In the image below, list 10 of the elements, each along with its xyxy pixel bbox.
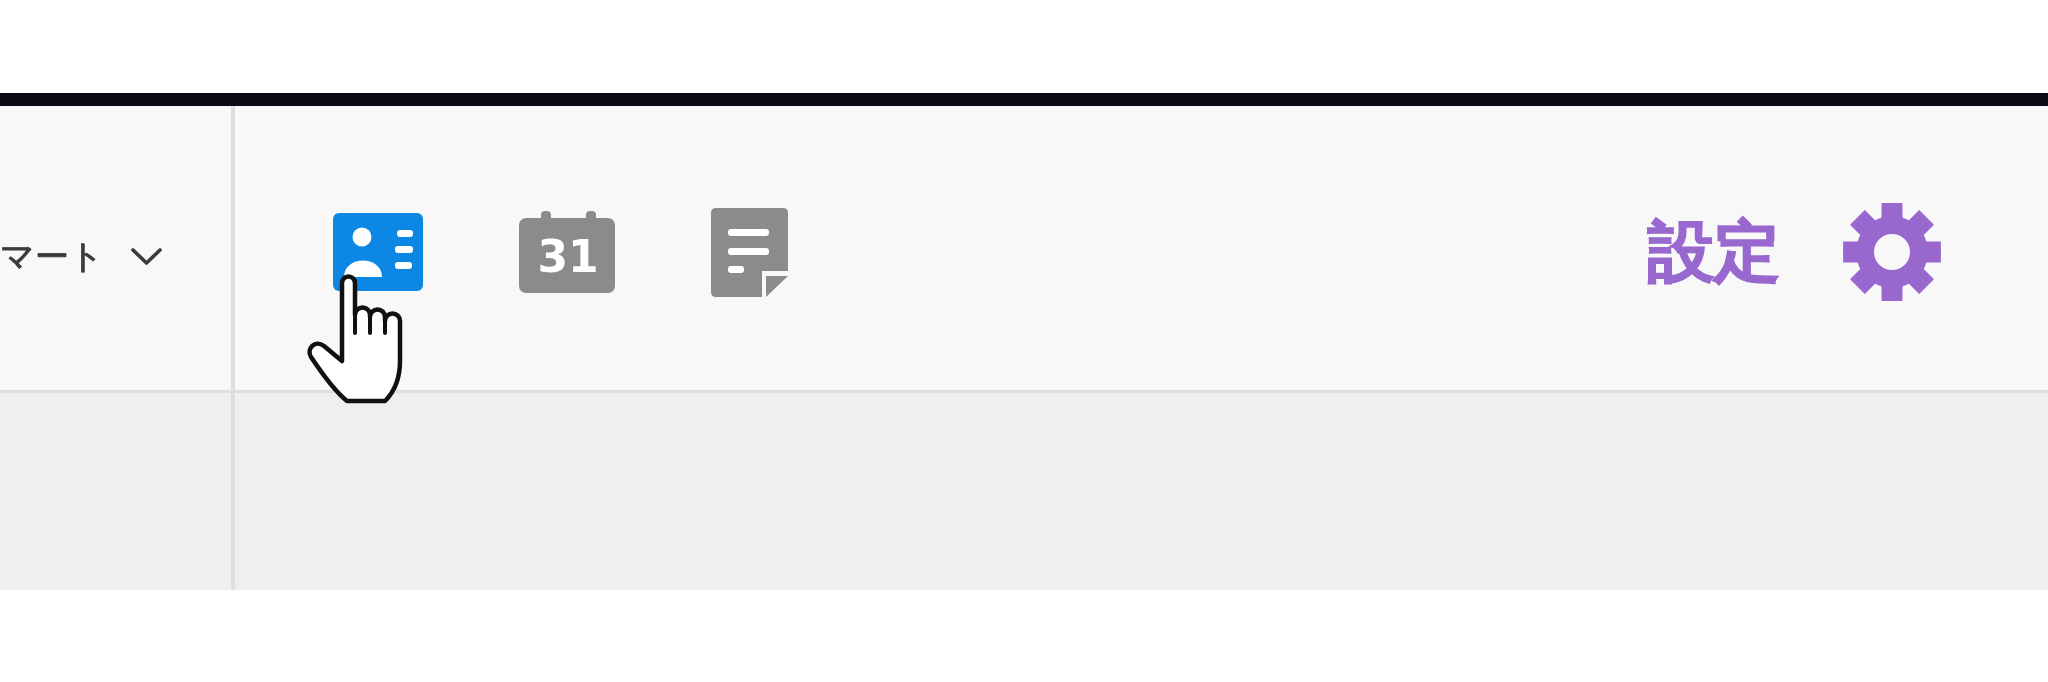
contact-card-icon bbox=[333, 213, 423, 291]
calendar-icon bbox=[519, 211, 615, 293]
settings-button[interactable]: 設定 bbox=[1648, 202, 1942, 302]
calendar-tab[interactable]: 31 bbox=[519, 211, 615, 293]
contacts-tab[interactable] bbox=[333, 213, 423, 291]
notes-tab[interactable] bbox=[711, 207, 788, 297]
dropdown-button[interactable]: マート bbox=[0, 239, 163, 273]
note-icon bbox=[711, 207, 788, 297]
settings-icon bbox=[1842, 202, 1942, 302]
chevron-down-icon bbox=[130, 246, 163, 266]
